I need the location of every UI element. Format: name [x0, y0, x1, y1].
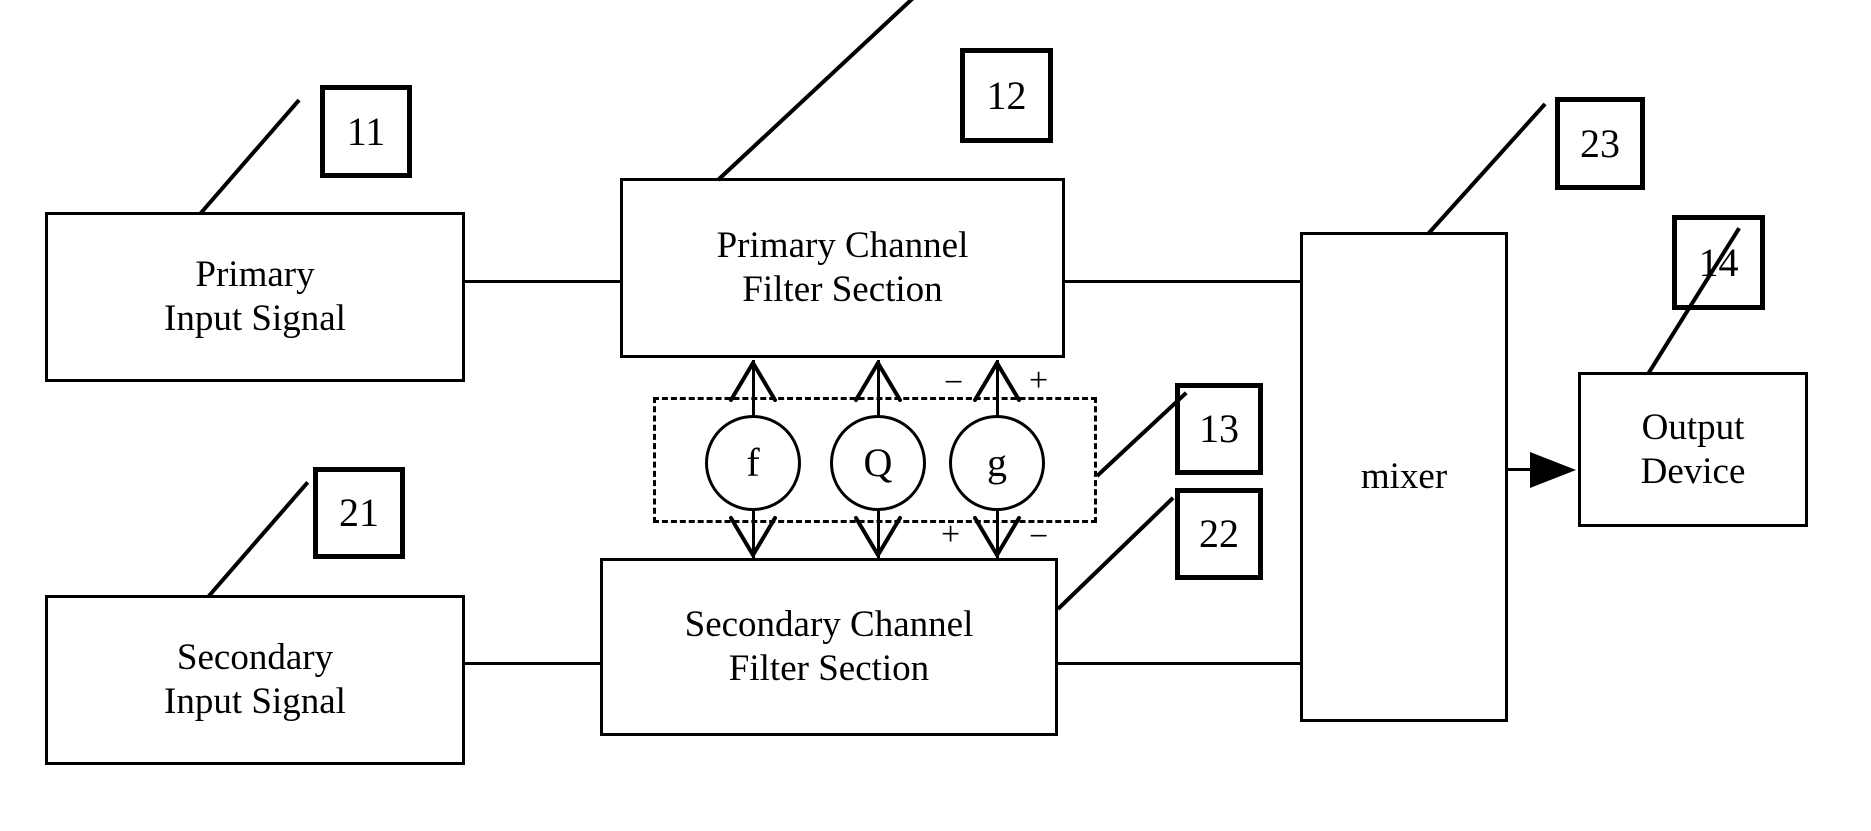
- q-factor-up-stem: [877, 360, 880, 418]
- gain-up-stem: [996, 360, 999, 418]
- gain-primary-minus-sign: −: [944, 364, 964, 401]
- leader-line-13: [1095, 391, 1188, 478]
- secondary-channel-filter-section-block[interactable]: Secondary Channel Filter Section: [600, 558, 1058, 736]
- mixer-block[interactable]: mixer: [1300, 232, 1508, 722]
- gain-control-circle[interactable]: g: [949, 415, 1045, 511]
- gain-primary-plus-sign: +: [1029, 362, 1049, 399]
- reference-numeral-12[interactable]: 12: [960, 48, 1053, 143]
- reference-numeral-13[interactable]: 13: [1175, 383, 1263, 475]
- reference-numeral-21[interactable]: 21: [313, 467, 405, 559]
- primary-input-signal-block[interactable]: Primary Input Signal: [45, 212, 465, 382]
- secondary-input-signal-block[interactable]: Secondary Input Signal: [45, 595, 465, 765]
- output-device-block[interactable]: Output Device: [1578, 372, 1808, 527]
- reference-numeral-11[interactable]: 11: [320, 85, 412, 178]
- q-factor-down-stem: [877, 508, 880, 558]
- primary-channel-filter-section-block[interactable]: Primary Channel Filter Section: [620, 178, 1065, 358]
- secondary-input-to-filter-wire: [465, 662, 602, 665]
- frequency-down-stem: [752, 508, 755, 558]
- leader-line-23: [1426, 102, 1547, 236]
- reference-numeral-22[interactable]: 22: [1175, 488, 1263, 580]
- frequency-control-circle[interactable]: f: [705, 415, 801, 511]
- gain-secondary-plus-sign: +: [941, 516, 961, 553]
- reference-numeral-23[interactable]: 23: [1555, 97, 1645, 190]
- primary-filter-to-mixer-wire: [1065, 280, 1302, 283]
- gain-secondary-minus-sign: −: [1029, 518, 1049, 555]
- primary-input-to-filter-wire: [465, 280, 622, 283]
- leader-line-21: [206, 480, 310, 599]
- gain-down-stem: [996, 508, 999, 558]
- q-factor-control-circle[interactable]: Q: [830, 415, 926, 511]
- leader-line-11: [198, 98, 301, 216]
- secondary-filter-to-mixer-wire: [1058, 662, 1302, 665]
- leader-line-12: [716, 0, 948, 182]
- patent-figure-canvas: Primary Input Signal Secondary Input Sig…: [0, 0, 1871, 831]
- frequency-up-stem: [752, 360, 755, 418]
- mixer-to-output-wire: [1508, 468, 1548, 471]
